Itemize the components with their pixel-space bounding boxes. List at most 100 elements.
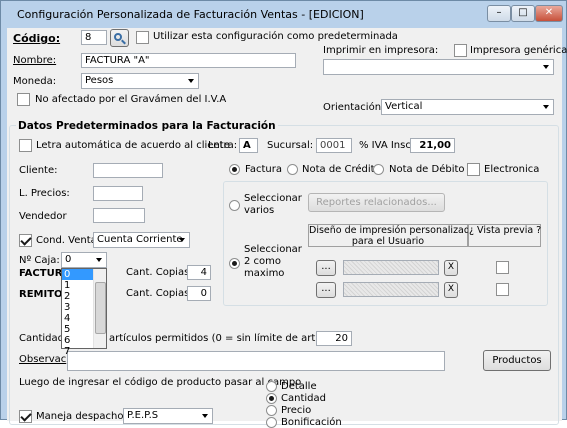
factura-radio[interactable] [229,164,240,175]
observaciones-label: Observac [19,354,67,365]
cond-venta-checkbox[interactable] [19,234,32,247]
diseno-2-browse-button[interactable]: ... [316,282,336,298]
imprimir-label: Imprimir en impresora: [323,45,439,56]
cliente-input[interactable] [93,163,163,178]
minimize-button[interactable]: – [487,5,511,22]
seleccionar-varios-label: Seleccionar varios [244,193,302,216]
campo-detalle-label: Detalle [281,381,317,392]
iva-label: % IVA Insc: [359,140,415,151]
campo-bonificacion-label: Bonificación [281,417,342,428]
no-afectado-label: No afectado por el Gravámen del I.V.A [35,94,227,105]
scrollbar-thumb[interactable] [95,282,106,334]
caja-list-scrollbar[interactable] [93,269,106,348]
electronica-label: Electronica [484,164,540,175]
nota-debito-label: Nota de Débito [389,164,465,175]
despachos-select[interactable]: P.E.P.S [123,408,213,424]
nombre-label: Nombre: [13,55,57,66]
chevron-down-icon [92,254,105,266]
diseno-1-clear-button[interactable]: X [444,260,458,276]
vendedor-input[interactable] [93,208,145,223]
campo-cantidad-label: Cantidad [281,393,326,404]
factura-radio-label: Factura [245,164,282,175]
letra-auto-checkbox[interactable] [19,139,32,152]
despachos-value: P.E.P.S [127,410,159,421]
seleccionar-varios-radio[interactable] [229,200,240,211]
copias-remito-input[interactable]: 0 [187,286,211,301]
predeterminada-checkbox[interactable] [136,31,149,44]
caja-option[interactable]: 0 [62,269,93,280]
search-codigo-button[interactable] [110,29,129,47]
caja-dropdown-list[interactable]: 0 1 2 3 4 5 6 7 [61,268,107,357]
diseno-1-browse-button[interactable]: ... [316,260,336,276]
reportes-relacionados-button[interactable]: Reportes relacionados... [308,193,445,212]
close-button[interactable]: ✕ [535,5,563,22]
chevron-down-icon [539,101,552,113]
remito-row-label: REMITO [19,289,63,300]
impresora-select[interactable] [323,59,554,75]
chevron-down-icon [539,61,552,73]
diseno-2-field [343,282,439,297]
codigo-input[interactable]: 8 [81,30,107,45]
codigo-label: Código: [13,32,61,45]
vendedor-label: Vendedor [19,211,67,222]
form-body: Código: 8 Utilizar esta configuración co… [7,28,567,428]
diseno-header: Diseño de impresión personalizado para e… [308,224,476,247]
title-bar[interactable]: Configuración Personalizada de Facturaci… [1,1,567,28]
copias-label-factura: Cant. Copias [126,267,190,278]
cond-venta-value: Cuenta Corriente [97,234,183,245]
caja-label: Nº Caja: [19,255,60,266]
seleccionar-dos-radio[interactable] [229,258,240,269]
no-afectado-checkbox[interactable] [17,93,30,106]
vista-previa-1-checkbox[interactable] [496,261,509,274]
cantidad-input[interactable]: 20 [316,331,352,346]
campo-bonificacion-radio[interactable] [266,417,277,428]
nombre-input[interactable]: FACTURA "A" [81,53,296,68]
letra-input[interactable]: A [239,138,258,153]
nota-credito-radio[interactable] [287,164,298,175]
nota-credito-label: Nota de Crédito [302,164,381,175]
orientacion-select[interactable]: Vertical [381,99,554,115]
search-icon-handle [121,39,126,45]
campo-precio-label: Precio [281,405,312,416]
luego-label: Luego de ingresar el código de producto … [19,377,302,388]
window-title: Configuración Personalizada de Facturaci… [17,8,364,21]
cond-venta-label: Cond. Venta [36,235,97,246]
cantidad-suffix-label: artículos permitidos (0 = sin límite de … [109,333,348,344]
observaciones-input[interactable] [67,351,445,371]
sucursal-label: Sucursal: [267,140,314,151]
chevron-down-icon [198,410,211,422]
cantidad-prefix-label: Cantidad [19,333,64,344]
moneda-value: Pesos [85,75,114,86]
precios-input[interactable] [93,186,143,201]
moneda-select[interactable]: Pesos [81,73,199,89]
campo-detalle-radio[interactable] [266,381,277,392]
campo-precio-radio[interactable] [266,405,277,416]
datos-title: Datos Predeterminados para la Facturació… [16,120,278,132]
sucursal-input[interactable]: 0001 [316,138,352,153]
copias-factura-input[interactable]: 4 [187,265,211,280]
letra-auto-label: Letra automática de acuerdo al cliente [36,140,230,151]
iva-input[interactable]: 21,00 [410,138,455,153]
caja-select[interactable]: 0 [61,252,107,268]
campo-cantidad-radio[interactable] [266,393,277,404]
precios-label: L. Precios: [19,188,70,199]
electronica-checkbox[interactable] [467,163,480,176]
nota-debito-radio[interactable] [373,164,384,175]
maneja-despachos-checkbox[interactable] [19,410,32,423]
diseno-1-field [343,260,439,275]
maximize-button[interactable]: □ [511,5,535,22]
productos-button[interactable]: Productos [483,350,551,371]
diseno-2-clear-button[interactable]: X [444,282,458,298]
vista-previa-2-checkbox[interactable] [496,283,509,296]
impresora-generica-checkbox[interactable] [454,44,467,57]
orientacion-label: Orientación: [323,102,385,113]
moneda-label: Moneda: [13,76,57,87]
seleccionar-dos-label: Seleccionar 2 como maximo [244,244,302,279]
window: Configuración Personalizada de Facturaci… [0,0,567,428]
factura-row-label: FACTUR [19,268,63,279]
cliente-label: Cliente: [19,165,58,176]
cond-venta-select[interactable]: Cuenta Corriente [93,232,190,248]
chevron-down-icon [175,234,188,246]
orientacion-value: Vertical [385,101,423,112]
letra-label: Letra: [208,140,238,151]
